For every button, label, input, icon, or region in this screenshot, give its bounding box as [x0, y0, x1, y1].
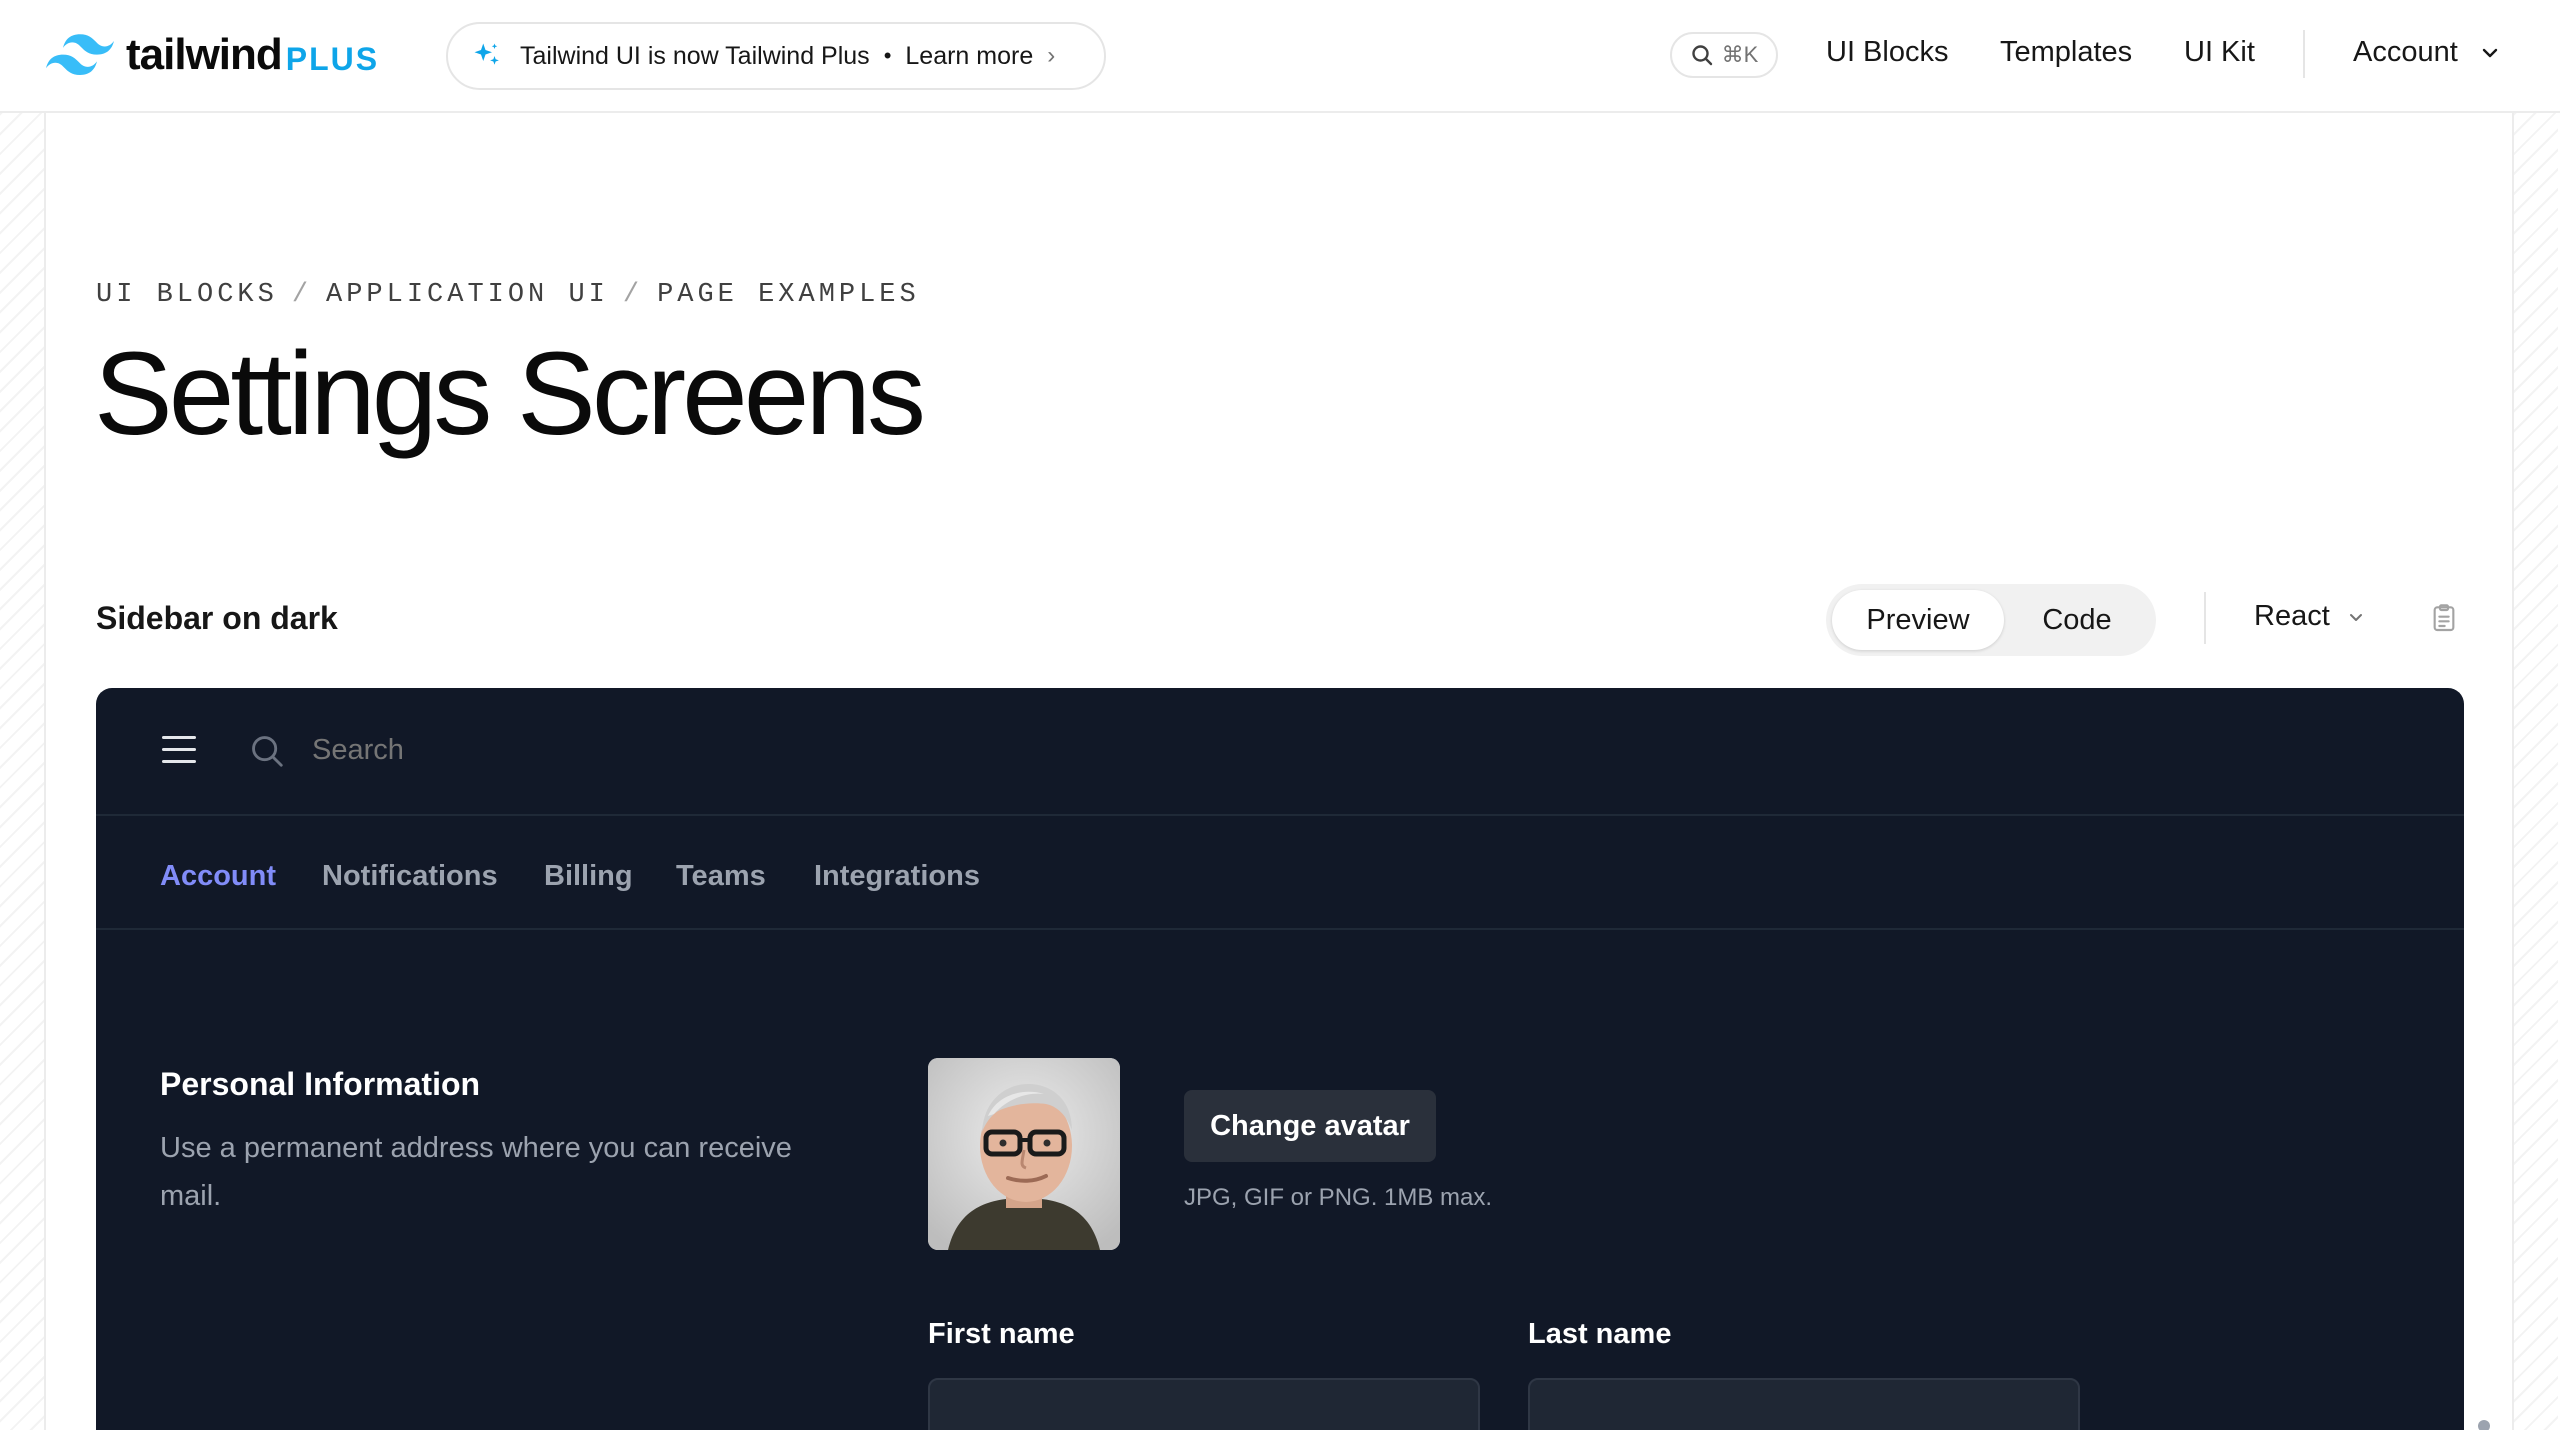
search-shortcut: ⌘K [1721, 42, 1759, 67]
top-navigation-bar: tailwind PLUS Tailwind UI is now Tailwin… [0, 0, 2560, 113]
sparkle-icon [474, 43, 499, 65]
chevron-down-icon [2482, 48, 2497, 57]
preview-top-bar [96, 688, 2464, 816]
learn-more-link[interactable]: Learn more [905, 42, 1033, 71]
announcement-text: Tailwind UI is now Tailwind Plus [520, 41, 870, 70]
code-tab[interactable]: Code [2004, 590, 2150, 650]
search-icon [1691, 45, 1712, 66]
change-avatar-button[interactable]: Change avatar [1184, 1090, 1436, 1162]
announcement-separator: • [883, 43, 892, 68]
preview-search-input[interactable] [312, 734, 912, 767]
announcement-banner[interactable]: Tailwind UI is now Tailwind Plus • Learn… [446, 22, 1106, 90]
nav-ui-blocks[interactable]: UI Blocks [1826, 36, 1948, 69]
account-label: Account [2353, 36, 2458, 68]
tab-integrations[interactable]: Integrations [814, 860, 980, 893]
breadcrumb-application-ui[interactable]: APPLICATION UI [326, 280, 609, 310]
search-icon [252, 736, 283, 767]
tab-billing[interactable]: Billing [544, 860, 633, 893]
personal-information-description: Use a permanent address where you can re… [160, 1132, 792, 1212]
toolbar-divider [2204, 592, 2206, 644]
breadcrumb: UI BLOCKS / APPLICATION UI / PAGE EXAMPLES [96, 280, 920, 310]
chevron-right-icon: › [1047, 42, 1056, 69]
breadcrumb-separator: / [291, 280, 313, 310]
breadcrumb-ui-blocks[interactable]: UI BLOCKS [96, 280, 278, 310]
settings-preview-frame: Account Notifications Billing Teams Inte… [96, 688, 2464, 1430]
account-menu[interactable]: Account [2353, 36, 2500, 69]
tab-notifications[interactable]: Notifications [322, 860, 498, 893]
framework-select[interactable]: React [2254, 600, 2366, 633]
preview-tab[interactable]: Preview [1832, 590, 2004, 650]
framework-label: React [2254, 600, 2330, 632]
left-gutter-pattern [0, 113, 46, 1430]
search-button[interactable]: ⌘K [1670, 32, 1778, 78]
tab-account[interactable]: Account [160, 860, 276, 893]
nav-templates[interactable]: Templates [2000, 36, 2132, 69]
last-name-label: Last name [1528, 1318, 1672, 1350]
right-gutter-pattern [2512, 113, 2558, 1430]
tab-teams[interactable]: Teams [676, 860, 766, 893]
breadcrumb-separator: / [622, 280, 644, 310]
nav-ui-kit[interactable]: UI Kit [2184, 36, 2255, 69]
last-name-field[interactable] [1528, 1378, 2080, 1430]
preview-code-toggle: Preview Code [1826, 584, 2156, 656]
scrollbar-thumb[interactable] [2478, 1420, 2490, 1430]
settings-tabs: Account Notifications Billing Teams Inte… [96, 816, 2464, 930]
avatar-portrait [928, 1058, 1120, 1250]
nav-divider [2303, 30, 2305, 78]
first-name-label: First name [928, 1318, 1075, 1350]
example-title: Sidebar on dark [96, 600, 338, 636]
tailwind-logo-icon [46, 34, 114, 76]
personal-information-heading: Personal Information [160, 1066, 481, 1102]
avatar-file-hint: JPG, GIF or PNG. 1MB max. [1184, 1184, 1493, 1211]
logo-wordmark: tailwind [126, 30, 283, 79]
first-name-field[interactable] [928, 1378, 1480, 1430]
avatar [928, 1058, 1120, 1250]
logo-plus-badge: PLUS [285, 40, 380, 77]
clipboard-icon[interactable] [2428, 602, 2460, 634]
page-title: Settings Screens [94, 328, 926, 460]
menu-icon[interactable] [162, 736, 196, 766]
chevron-down-icon [2349, 613, 2362, 621]
tailwind-plus-logo[interactable]: tailwind PLUS [46, 30, 379, 80]
breadcrumb-page-examples[interactable]: PAGE EXAMPLES [657, 280, 920, 310]
